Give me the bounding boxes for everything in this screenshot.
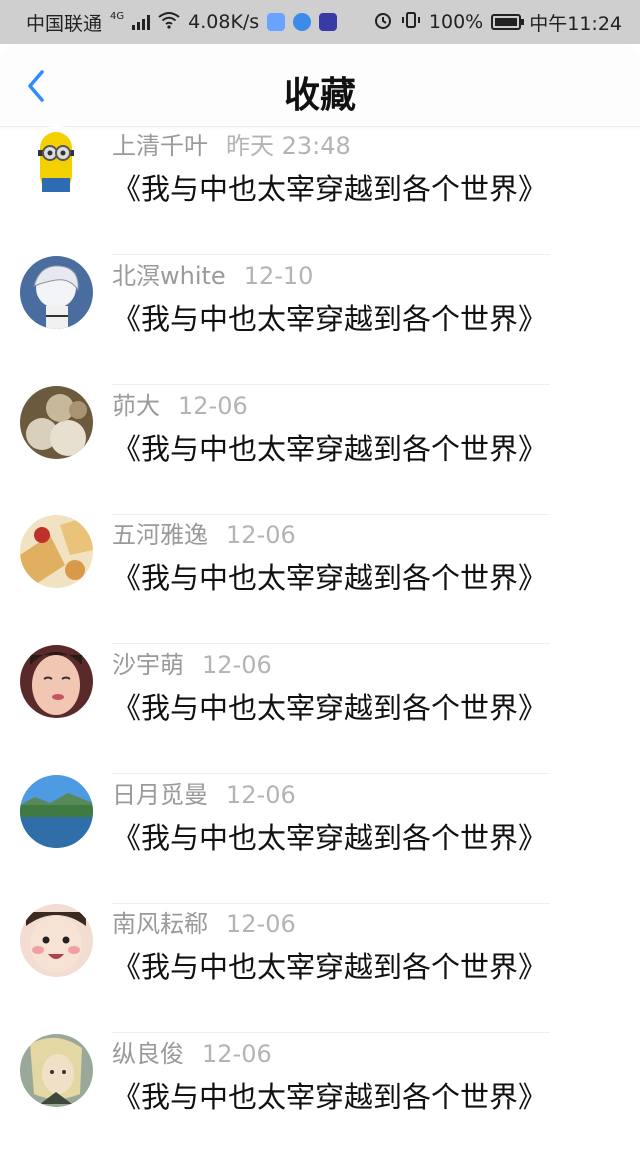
divider	[112, 643, 550, 644]
alarm-icon	[373, 10, 393, 35]
divider	[112, 254, 550, 255]
divider	[112, 1032, 550, 1033]
signal-icon	[132, 14, 151, 30]
username: 日月觅曼	[112, 781, 208, 809]
timestamp: 12-06	[202, 651, 272, 679]
timestamp: 12-06	[178, 392, 248, 420]
status-bar: 中国联通 4G 4.08K/s 100% 中午11:24	[0, 0, 640, 44]
avatar	[20, 904, 93, 977]
timestamp: 12-10	[243, 262, 314, 290]
timestamp: 昨天 23:48	[226, 132, 351, 160]
avatar	[20, 126, 93, 199]
avatar	[20, 256, 93, 329]
favorite-item[interactable]: 五河雅逸 12-06 《我与中也太宰穿越到各个世界》	[0, 515, 640, 644]
favorite-title: 《我与中也太宰穿越到各个世界》	[112, 561, 548, 595]
timestamp: 12-06	[226, 521, 296, 549]
timestamp: 12-06	[226, 910, 296, 938]
avatar	[20, 775, 93, 848]
battery-icon	[491, 14, 525, 30]
favorite-item[interactable]: 纵良俊 12-06 《我与中也太宰穿越到各个世界》	[0, 1034, 640, 1163]
battery-saver-icon	[267, 13, 286, 31]
network-type: 4G	[110, 10, 125, 22]
favorite-item[interactable]: 北溟white 12-10 《我与中也太宰穿越到各个世界》	[0, 256, 640, 385]
favorite-item[interactable]: 日月觅曼 12-06 《我与中也太宰穿越到各个世界》	[0, 775, 640, 904]
favorite-item[interactable]: 上清千叶 昨天 23:48 《我与中也太宰穿越到各个世界》	[0, 126, 640, 255]
favorite-item[interactable]: 沙宇萌 12-06 《我与中也太宰穿越到各个世界》	[0, 645, 640, 774]
notification-app-icon	[319, 13, 338, 31]
favorite-title: 《我与中也太宰穿越到各个世界》	[112, 821, 548, 855]
divider	[112, 773, 550, 774]
favorite-title: 《我与中也太宰穿越到各个世界》	[112, 302, 548, 336]
wifi-icon	[158, 11, 180, 34]
page-title: 收藏	[283, 75, 356, 116]
browser-icon	[293, 13, 312, 31]
timestamp: 12-06	[226, 781, 296, 809]
network-speed: 4.08K/s	[188, 11, 260, 33]
favorite-item[interactable]: 南风耘郗 12-06 《我与中也太宰穿越到各个世界》	[0, 904, 640, 1033]
username: 北溟white	[112, 262, 226, 290]
timestamp: 12-06	[202, 1040, 272, 1068]
username: 上清千叶	[112, 132, 208, 160]
battery-percent: 100%	[428, 11, 484, 33]
favorite-item[interactable]: 茆大 12-06 《我与中也太宰穿越到各个世界》	[0, 386, 640, 515]
avatar	[20, 515, 93, 588]
username: 茆大	[112, 392, 160, 420]
username: 纵良俊	[112, 1040, 184, 1068]
username: 五河雅逸	[112, 521, 208, 549]
favorite-title: 《我与中也太宰穿越到各个世界》	[112, 691, 548, 725]
avatar	[20, 386, 93, 459]
nav-header: 收藏	[0, 44, 640, 127]
divider	[112, 384, 550, 385]
favorite-title: 《我与中也太宰穿越到各个世界》	[112, 432, 548, 466]
favorite-title: 《我与中也太宰穿越到各个世界》	[112, 1080, 548, 1114]
username: 沙宇萌	[112, 651, 184, 679]
carrier-label: 中国联通	[26, 12, 103, 35]
avatar	[20, 1034, 93, 1107]
favorite-title: 《我与中也太宰穿越到各个世界》	[112, 172, 548, 206]
vibrate-icon	[401, 10, 421, 35]
clock: 中午11:24	[529, 12, 622, 35]
username: 南风耘郗	[112, 910, 208, 938]
avatar	[20, 645, 93, 718]
favorite-title: 《我与中也太宰穿越到各个世界》	[112, 950, 548, 984]
